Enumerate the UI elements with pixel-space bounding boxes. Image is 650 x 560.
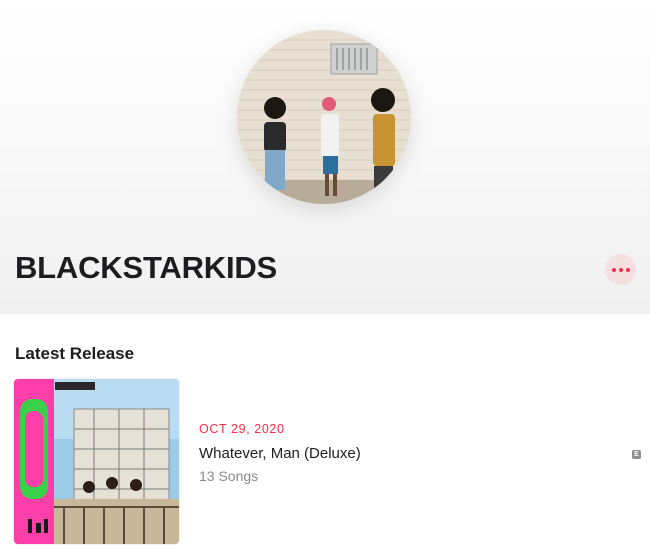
latest-release-heading: Latest Release [15, 344, 135, 363]
ellipsis-icon [611, 267, 616, 272]
ellipsis-dot [618, 267, 623, 272]
artist-avatar [237, 30, 411, 204]
explicit-badge: E [632, 450, 641, 459]
release-song-count: 13 Songs [199, 468, 259, 484]
artist-photo [237, 30, 411, 204]
artist-header: BLACKSTARKIDS [0, 0, 650, 314]
ellipsis-dot [625, 267, 630, 272]
latest-release-item[interactable]: OCT 29, 2020 Whatever, Man (Deluxe) 13 S… [14, 379, 644, 549]
more-options-button[interactable] [605, 254, 636, 285]
artist-name: BLACKSTARKIDS [15, 250, 278, 285]
release-title-link[interactable]: Whatever, Man (Deluxe) [199, 445, 361, 462]
album-cover[interactable] [14, 379, 179, 544]
release-date: OCT 29, 2020 [199, 422, 285, 436]
album-artwork [14, 379, 179, 544]
